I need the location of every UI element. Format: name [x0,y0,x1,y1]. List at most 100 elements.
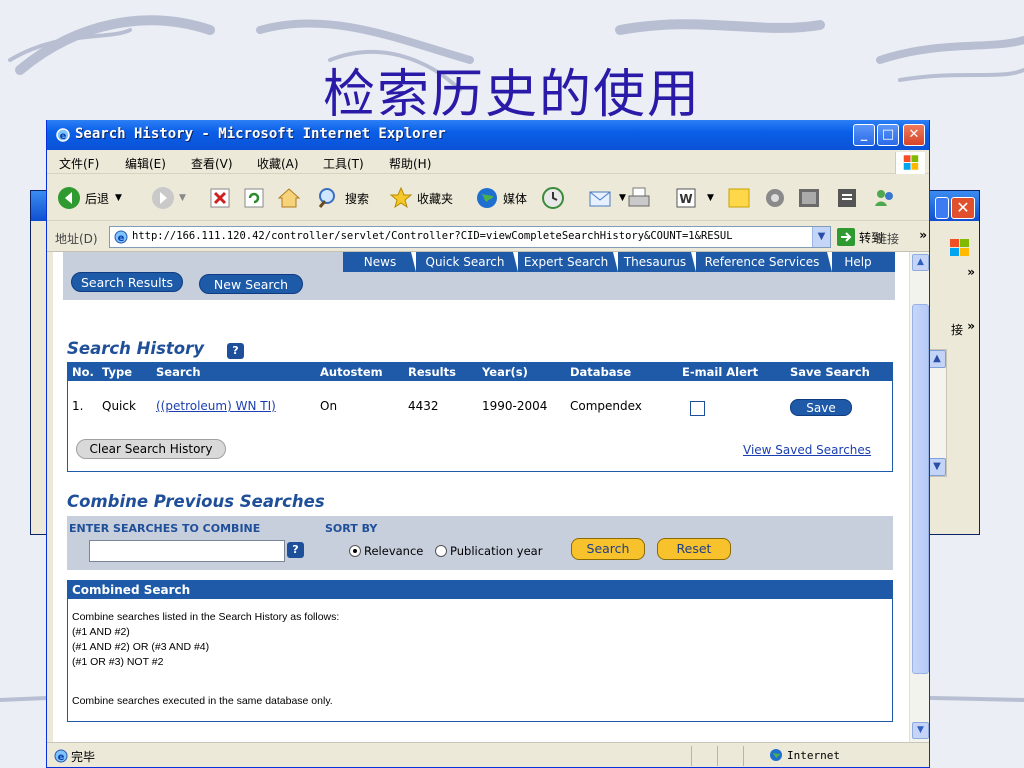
col-email-alert: E-mail Alert [682,365,759,379]
col-no: No. [72,365,94,379]
tab-news[interactable]: News [351,252,409,272]
clear-history-button[interactable]: Clear Search History [76,439,226,459]
history-help-icon[interactable]: ? [227,343,244,359]
col-save-search: Save Search [790,365,870,379]
save-button[interactable]: Save [790,399,852,416]
tab-thesaurus[interactable]: Thesaurus [619,252,691,272]
row-autostem: On [320,399,338,413]
favorites-label: 收藏夹 [417,191,454,206]
scroll-up-button[interactable]: ▲ [912,254,929,271]
tab-quick-search[interactable]: Quick Search [417,252,513,272]
background-maximize-button[interactable] [935,197,949,219]
address-url: http://166.111.120.42/controller/servlet… [132,230,733,242]
mail-button[interactable]: ▼ [587,185,626,211]
browser-window: e Search History - Microsoft Internet Ex… [46,120,930,768]
back-dropdown-icon[interactable]: ▼ [115,193,122,203]
status-separator [691,746,692,766]
combined-line: (#1 AND #2) [72,626,130,638]
combine-search-button[interactable]: Search [571,538,645,560]
search-button[interactable]: 搜索 [317,185,369,211]
media-label: 媒体 [503,191,528,206]
windows-flag-icon [950,239,969,256]
sort-publication-label: Publication year [450,544,543,558]
page-scrollbar[interactable]: ▲ ▼ [909,252,929,742]
research-button[interactable] [797,185,825,211]
close-button[interactable]: ✕ [903,124,925,146]
tab-reference-services[interactable]: Reference Services [697,252,827,272]
back-arrow-icon [58,187,80,209]
status-text: 完毕 [71,750,96,764]
background-scroll-up[interactable]: ▲ [928,350,946,368]
tab-expert-search[interactable]: Expert Search [519,252,613,272]
back-button[interactable]: 后退 ▼ [57,185,122,211]
row-results: 4432 [408,399,439,413]
menu-favorites[interactable]: 收藏(A) [257,155,299,172]
minimize-button[interactable]: _ [853,124,875,146]
word-dropdown-icon[interactable]: ▼ [707,193,714,203]
address-label: 地址(D) [55,232,98,246]
email-alert-checkbox[interactable] [690,401,705,416]
history-clock-icon [542,187,564,209]
standard-toolbar: 后退 ▼ ▼ 搜索 收藏夹 媒体 ▼ W ▼ [47,175,929,221]
background-close-button[interactable]: ✕ [951,197,975,219]
svg-text:e: e [118,233,125,244]
windows-flag-icon [895,152,925,174]
scroll-thumb[interactable] [912,304,929,674]
scroll-down-button[interactable]: ▼ [912,722,929,739]
discuss-button[interactable] [835,185,863,211]
research-icon [799,189,819,207]
history-button[interactable] [541,185,569,211]
menu-view[interactable]: 查看(V) [191,155,233,172]
background-chevron[interactable]: » [967,265,975,279]
media-button[interactable]: 媒体 [475,185,527,211]
svg-text:e: e [60,131,67,142]
status-separator [717,746,718,766]
note-button[interactable] [727,185,755,211]
mail-dropdown-icon[interactable]: ▼ [619,193,626,203]
background-links-chevron[interactable]: » [967,319,975,333]
search-history-table: No. Type Search Autostem Results Year(s)… [67,362,893,472]
menu-help[interactable]: 帮助(H) [389,155,431,172]
maximize-button[interactable]: □ [877,124,899,146]
note-icon [728,188,750,208]
row-search-link[interactable]: ((petroleum) WN TI) [156,399,276,413]
combine-input[interactable] [89,540,285,562]
background-links-label: 接 [950,323,963,337]
svg-text:e: e [58,752,65,763]
forward-dropdown-icon[interactable]: ▼ [179,193,186,203]
new-search-button[interactable]: New Search [199,274,303,294]
status-separator [743,746,744,766]
messenger-button[interactable] [763,185,791,211]
messenger-people-button[interactable] [873,185,901,211]
address-dropdown-icon[interactable]: ▼ [812,227,830,247]
search-results-button[interactable]: Search Results [71,272,183,292]
view-saved-searches-link[interactable]: View Saved Searches [743,443,871,457]
favorites-button[interactable]: 收藏夹 [389,185,453,211]
combine-reset-button[interactable]: Reset [657,538,731,560]
address-input[interactable]: e http://166.111.120.42/controller/servl… [109,226,831,248]
links-chevron[interactable]: » [919,228,927,242]
home-button[interactable] [277,185,305,211]
print-button[interactable] [627,185,655,211]
refresh-button[interactable] [243,185,269,211]
ie-icon: e [56,128,70,142]
word-button[interactable]: W ▼ [675,185,714,211]
background-scroll-down[interactable]: ▼ [928,458,946,476]
status-bar: e 完毕 Internet [47,742,929,767]
forward-arrow-icon [152,187,174,209]
printer-icon [628,187,650,207]
sort-relevance-radio[interactable] [349,545,361,557]
menu-edit[interactable]: 编辑(E) [125,155,166,172]
menu-file[interactable]: 文件(F) [59,155,99,172]
sort-by-label: SORT BY [325,522,378,535]
stop-button[interactable] [209,185,235,211]
combine-help-icon[interactable]: ? [287,542,304,558]
links-label[interactable]: 链接 [875,230,899,247]
tab-help[interactable]: Help [833,252,883,272]
forward-button[interactable]: ▼ [151,185,186,211]
menu-tools[interactable]: 工具(T) [323,155,364,172]
sort-publication-radio[interactable] [435,545,447,557]
background-scrollbar[interactable]: ▲ ▼ [927,349,947,477]
window-titlebar[interactable]: e Search History - Microsoft Internet Ex… [47,120,929,150]
combined-line: Combine searches listed in the Search Hi… [72,611,340,623]
